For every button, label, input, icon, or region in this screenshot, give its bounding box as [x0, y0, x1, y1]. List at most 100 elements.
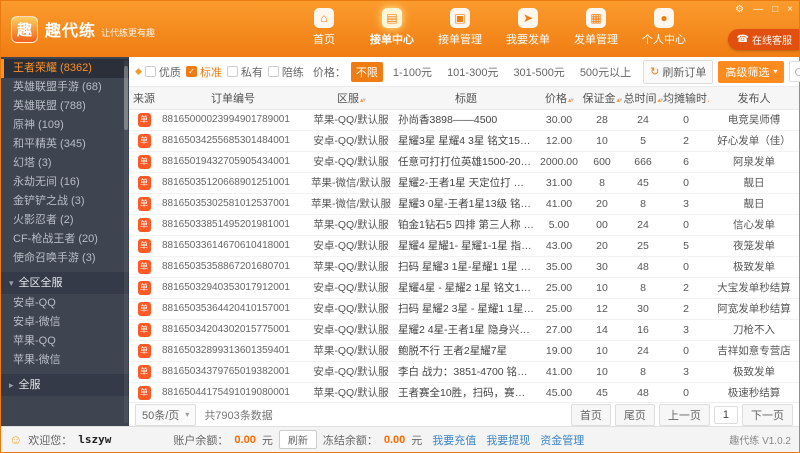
sort-arrows-icon[interactable]: ▴▾ — [360, 97, 365, 104]
order-row[interactable]: 单 88165035358867201680701 苹果-QQ/默认服 扫码 星… — [129, 256, 799, 277]
column-header[interactable]: 保证金▴▾ — [581, 87, 623, 109]
order-title[interactable]: 星耀4星 - 星耀2 1星 铭文105... — [395, 277, 537, 298]
order-row[interactable]: 单 88165035120668901251001 苹果-微信/默认服 星耀2-… — [129, 172, 799, 193]
column-header[interactable]: 来源▴▾ — [129, 87, 159, 109]
minimize-icon[interactable]: — — [753, 4, 763, 16]
sidebar-game-item[interactable]: 永劫无间 (16) — [1, 173, 129, 192]
sort-arrows-icon[interactable]: ▴▾ — [657, 97, 662, 104]
nav-item[interactable]: ➤ 我要发单 — [501, 8, 555, 47]
sidebar-game-item[interactable]: 金铲铲之战 (3) — [1, 192, 129, 211]
prev-page-button[interactable]: 上一页 — [659, 404, 710, 426]
close-icon[interactable]: × — [787, 4, 793, 16]
order-title[interactable]: 李白 战力：3851-4700 铭文150 — [395, 361, 537, 382]
sidebar-game-item[interactable]: 王者荣耀 (8362) — [1, 59, 129, 78]
order-region: 安卓-QQ/默认服 — [307, 319, 395, 340]
order-title[interactable]: 星耀4 星耀1- 星耀1-1星 指定英雄其余 备用页 — [395, 235, 537, 256]
price-filter-option[interactable]: 不限 — [351, 62, 383, 82]
order-title[interactable]: 星耀2 4星-王者1星 隐身兴定位 要打位... — [395, 319, 537, 340]
sidebar-game-item[interactable]: 使命召唤手游 (3) — [1, 249, 129, 268]
order-title[interactable]: 扫码 星耀3 1星-星耀1 1星 - 最强王者 铭文... — [395, 256, 537, 277]
sidebar-game-item[interactable]: 英雄联盟 (788) — [1, 97, 129, 116]
nav-item-label: 个人中心 — [637, 31, 691, 47]
column-header[interactable]: 总时间▴▾ — [623, 87, 663, 109]
nav-item[interactable]: ⌂ 首页 — [297, 8, 351, 47]
app-version: 趣代练 V1.0.2 — [729, 432, 791, 447]
order-row[interactable]: 单 88165034255685301484001 安卓-QQ/默认服 星耀3星… — [129, 130, 799, 151]
fund-link[interactable]: 我要充值 — [432, 432, 476, 448]
maximize-icon[interactable]: □ — [772, 4, 778, 16]
sidebar-game-item[interactable]: 英雄联盟手游 (68) — [1, 78, 129, 97]
sidebar-server-item[interactable]: 苹果-微信 — [1, 351, 129, 370]
column-header[interactable]: 区服▴▾ — [307, 87, 395, 109]
order-row[interactable]: 单 88165000023994901789001 苹果-QQ/默认服 孙尚香3… — [129, 109, 799, 130]
order-row[interactable]: 单 88165032899313601359401 苹果-QQ/默认服 鲍脱不行… — [129, 340, 799, 361]
order-row[interactable]: 单 88165019432705905434001 安卓-QQ/默认服 任意可打… — [129, 151, 799, 172]
order-row[interactable]: 单 88165032940353017912001 安卓-QQ/默认服 星耀4星… — [129, 277, 799, 298]
order-row[interactable]: 单 88165035364420410157001 安卓-QQ/默认服 扫码 星… — [129, 298, 799, 319]
sidebar-group-all-region[interactable]: ▾ 全区全服 — [1, 272, 129, 294]
order-title[interactable]: 孙尚香3898——4500 — [395, 109, 537, 130]
order-price: 2000.00 — [537, 151, 581, 172]
order-type-checkbox[interactable]: 标准 — [186, 64, 222, 80]
sidebar-scrollbar-thumb[interactable] — [124, 66, 128, 130]
sidebar-server-item[interactable]: 安卓-微信 — [1, 313, 129, 332]
refresh-orders-button[interactable]: ↻ 刷新订单 — [643, 60, 713, 84]
sort-arrows-icon[interactable]: ▴▾ — [708, 97, 709, 104]
nav-item[interactable]: ▦ 发单管理 — [569, 8, 623, 47]
sort-arrows-icon[interactable]: ▴▾ — [568, 97, 573, 104]
order-row[interactable]: 单 88165034379765019382001 安卓-QQ/默认服 李白 战… — [129, 361, 799, 382]
order-row[interactable]: 单 88165035302581012537001 苹果-微信/默认服 星耀3 … — [129, 193, 799, 214]
order-source-icon: 单 — [138, 260, 151, 274]
first-page-button[interactable]: 首页 — [571, 404, 611, 426]
nav-item[interactable]: ▣ 接单管理 — [433, 8, 487, 47]
order-title[interactable]: 星耀2-王者1星 天定位打 @微信扫码 代优... — [395, 172, 537, 193]
order-row[interactable]: 单 88165034204302015775001 安卓-QQ/默认服 星耀2 … — [129, 319, 799, 340]
sidebar-game-item[interactable]: 和平精英 (345) — [1, 135, 129, 154]
order-title[interactable]: 星耀3星 星耀4 3星 铭文150 英雄105 — [395, 130, 537, 151]
order-type-checkbox[interactable]: 私有 — [227, 64, 263, 80]
online-service-button[interactable]: ☎ 在线客服 — [728, 29, 799, 50]
order-title[interactable]: 星耀3 0星-王者1星13级 铭文105 英雄105 — [395, 193, 537, 214]
balance-refresh-button[interactable]: 刷新 — [279, 430, 317, 449]
sidebar-game-item[interactable]: CF-枪战王者 (20) — [1, 230, 129, 249]
order-title[interactable]: 任意可打打位英雄1500-2000元 — [395, 151, 537, 172]
last-page-button[interactable]: 尾页 — [615, 404, 655, 426]
price-filter-option[interactable]: 301-500元 — [508, 62, 569, 82]
order-title[interactable]: 扫码 星耀2 3星 - 星耀1 1星 铭文250 — [395, 298, 537, 319]
advanced-filter-button[interactable]: 高级筛选 ▾ — [718, 61, 784, 83]
sidebar-game-item[interactable]: 原神 (109) — [1, 116, 129, 135]
price-filter-option[interactable]: 1-100元 — [388, 62, 437, 82]
order-type-checkbox[interactable]: ◆ 优质 — [135, 64, 181, 80]
page-size-select[interactable]: 50条/页 ▾ — [135, 404, 196, 426]
order-title[interactable]: 铂金1钻石5 四排 第三人称 此单2元 — [395, 214, 537, 235]
order-type-checkbox[interactable]: 陪练 — [268, 64, 304, 80]
order-title[interactable]: 鲍脱不行 王者2星耀7星 — [395, 340, 537, 361]
sidebar-server-item[interactable]: 苹果-QQ — [1, 332, 129, 351]
order-row[interactable]: 单 88165044175491019080001 苹果-QQ/默认服 王者赛全… — [129, 382, 799, 402]
sidebar-scrollbar[interactable] — [124, 60, 128, 423]
settings-icon[interactable]: ⚙ — [735, 4, 744, 16]
column-header[interactable]: 订单编号▴▾ — [159, 87, 307, 109]
order-row[interactable]: 单 88165033614670610418001 安卓-QQ/默认服 星耀4 … — [129, 235, 799, 256]
fund-link[interactable]: 资金管理 — [540, 432, 584, 448]
sidebar-game-item[interactable]: 幻塔 (3) — [1, 154, 129, 173]
price-filter-option[interactable]: 500元以上 — [575, 62, 636, 82]
order-row[interactable]: 单 88165033851495201981001 苹果-QQ/默认服 铂金1钻… — [129, 214, 799, 235]
price-filter-option[interactable]: 101-300元 — [442, 62, 503, 82]
order-title[interactable]: 王者赛全10胜，扫码，赛城数量：36个符文... — [395, 382, 537, 402]
fund-link[interactable]: 我要提现 — [486, 432, 530, 448]
next-page-button[interactable]: 下一页 — [742, 404, 793, 426]
order-deposit: 00 — [581, 214, 623, 235]
sidebar-game-item[interactable]: 火影忍者 (2) — [1, 211, 129, 230]
nav-item[interactable]: ▤ 接单中心 — [365, 8, 419, 47]
column-header[interactable]: 标题▴▾ — [395, 87, 537, 109]
sort-arrows-icon[interactable]: ▴▾ — [616, 97, 621, 104]
column-header[interactable]: 发布人▴▾ — [709, 87, 799, 109]
order-number: 88165035302581012537001 — [159, 193, 307, 214]
column-header[interactable]: 价格▴▾ — [537, 87, 581, 109]
column-header[interactable]: 均摊输时▴▾ — [663, 87, 709, 109]
sidebar-server-item[interactable]: 安卓-QQ — [1, 294, 129, 313]
nav-item[interactable]: ● 个人中心 — [637, 8, 691, 47]
sidebar-group-all-server[interactable]: ▸ 全服 — [1, 374, 129, 396]
order-source-icon: 单 — [138, 239, 151, 253]
